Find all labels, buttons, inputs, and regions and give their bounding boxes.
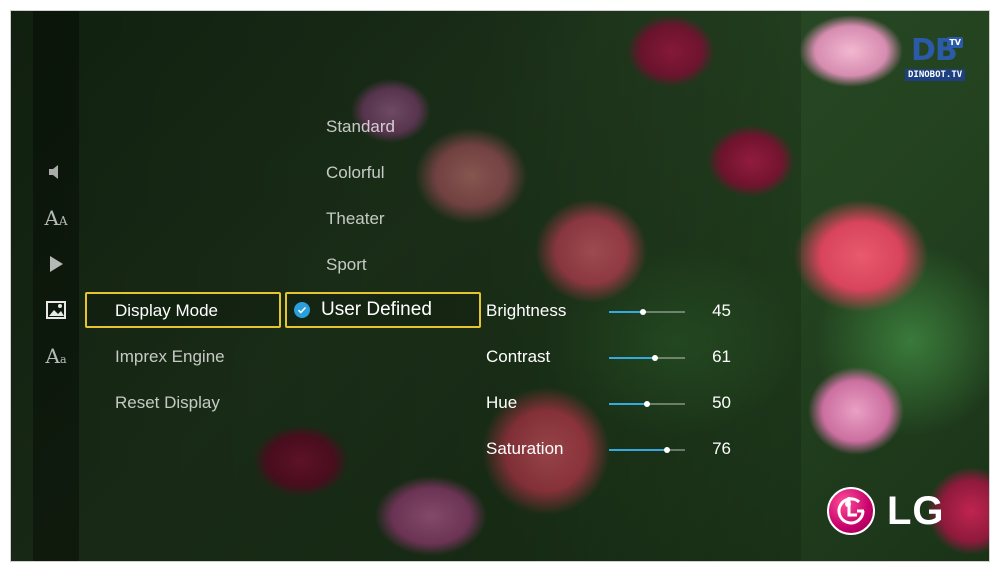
mode-option-theater[interactable]: Theater [326, 209, 385, 229]
mode-option-standard[interactable]: Standard [326, 117, 395, 137]
dinobot-watermark: DB TV DINOBOT.TV [905, 33, 966, 85]
text-size-icon[interactable]: AA [33, 203, 79, 233]
category-display-mode[interactable]: Display Mode [115, 301, 218, 321]
adjustment-label-hue: Hue [486, 393, 518, 412]
menu-overlay [11, 11, 801, 561]
adjustment-value-contrast: 61 [712, 347, 731, 366]
adjustment-label-brightness: Brightness [486, 301, 567, 320]
category-reset-display[interactable]: Reset Display [115, 393, 220, 413]
slider-knob-hue[interactable] [644, 401, 650, 407]
adjustment-value-hue: 50 [712, 393, 731, 412]
lg-logo: LG [827, 485, 957, 541]
slider-fill-brightness [609, 311, 644, 313]
mode-option-user-defined[interactable]: User Defined [321, 299, 432, 321]
slider-fill-contrast [609, 357, 656, 359]
adjustment-value-brightness: 45 [712, 301, 731, 320]
lg-face-icon [827, 487, 875, 535]
side-icon-rail: AA Aa [33, 11, 79, 561]
picture-icon[interactable] [33, 295, 79, 325]
mode-option-colorful[interactable]: Colorful [326, 163, 385, 183]
tv-screen: AA Aa Standard Colorful Theater Sport Di… [10, 10, 990, 562]
category-imprex-engine[interactable]: Imprex Engine [115, 347, 225, 367]
text-settings-icon[interactable]: Aa [33, 341, 79, 371]
adjustment-label-saturation: Saturation [486, 439, 564, 458]
slider-brightness[interactable] [609, 309, 685, 315]
play-icon[interactable] [33, 249, 79, 279]
slider-saturation[interactable] [609, 447, 685, 453]
mode-option-sport[interactable]: Sport [326, 255, 367, 275]
slider-contrast[interactable] [609, 355, 685, 361]
slider-hue[interactable] [609, 401, 685, 407]
adjustment-label-contrast: Contrast [486, 347, 551, 366]
slider-fill-saturation [609, 449, 667, 451]
speaker-icon[interactable] [33, 157, 79, 187]
slider-fill-hue [609, 403, 647, 405]
check-icon [294, 302, 310, 318]
slider-knob-saturation[interactable] [663, 447, 670, 453]
adjustment-value-saturation: 76 [712, 439, 731, 458]
